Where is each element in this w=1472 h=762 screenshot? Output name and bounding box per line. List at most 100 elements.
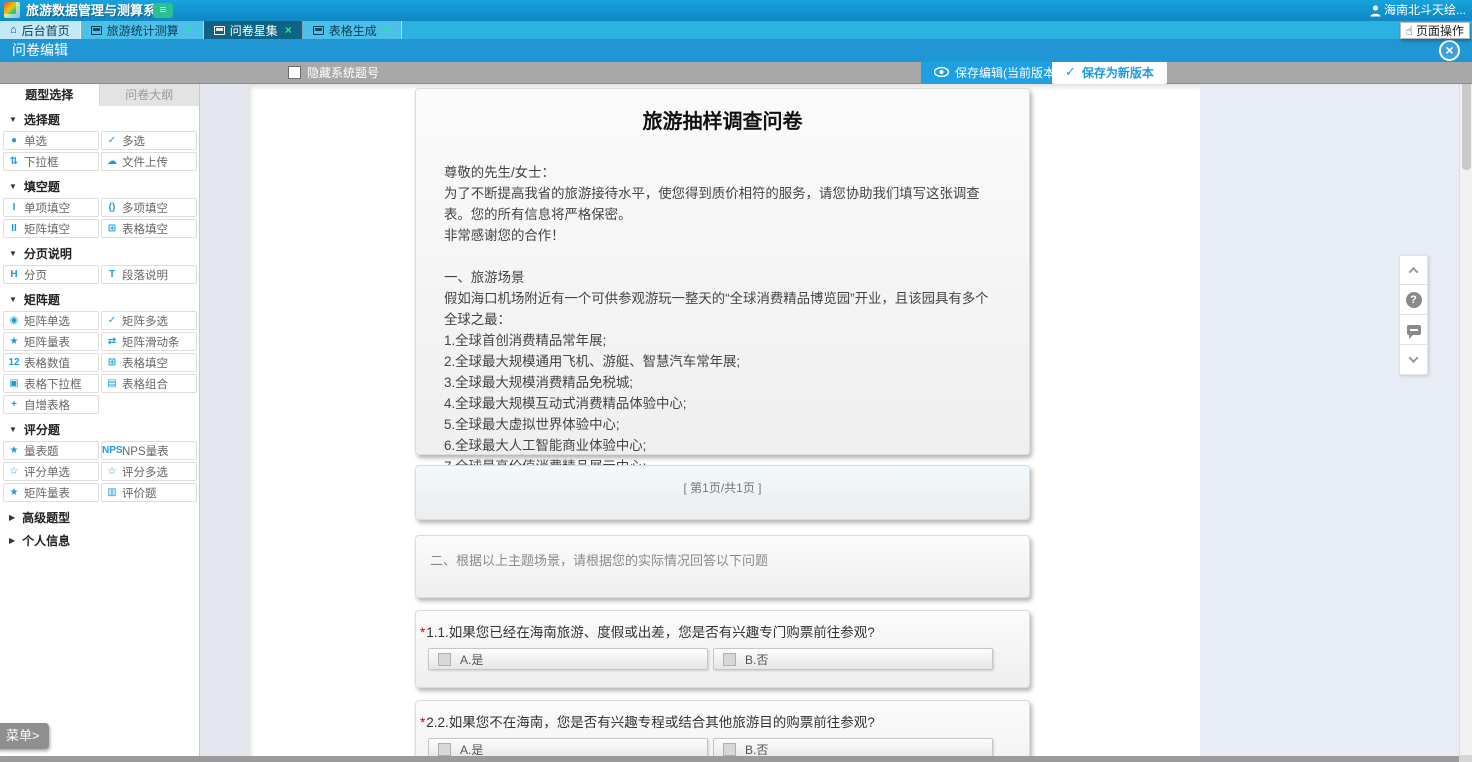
tab-backend-home[interactable]: ⌂ 后台首页	[0, 21, 81, 39]
page-title: 问卷编辑	[12, 39, 68, 62]
question-text: *2.2.如果您不在海南，您是否有兴趣专程或结合其他旅游目的购票前往参观?	[416, 711, 1029, 731]
option[interactable]: B.否	[713, 648, 993, 670]
question-type-item[interactable]: ●单选	[3, 131, 99, 150]
section-card[interactable]: 二、根据以上主题场景，请根据您的实际情况回答以下问题	[415, 535, 1030, 598]
scroll-bottom-button[interactable]	[1399, 345, 1428, 375]
question-type-item[interactable]: ()多项填空	[101, 198, 197, 217]
caret-icon: ▼	[9, 115, 17, 124]
close-icon[interactable]: ×	[384, 23, 391, 37]
caret-icon: ▼	[9, 295, 17, 304]
question-type-item[interactable]: NPSNPS量表	[101, 441, 197, 460]
question-type-item[interactable]: ⇅下拉框	[3, 152, 99, 171]
question-type-item[interactable]: ⊞表格填空	[101, 353, 197, 372]
feedback-button[interactable]	[1399, 315, 1428, 345]
question-type-item[interactable]: ▤表格组合	[101, 374, 197, 393]
tab-question-types[interactable]: 题型选择	[0, 84, 100, 106]
horizontal-scrollbar[interactable]	[0, 756, 1472, 762]
hide-system-number-label: 隐藏系统题号	[307, 62, 379, 84]
survey-intro-card[interactable]: 旅游抽样调查问卷 尊敬的先生/女士：为了不断提高我省的旅游接待水平，使您得到质价…	[415, 88, 1030, 455]
hamburger-menu-icon[interactable]: ≡	[153, 3, 173, 18]
question-type-item[interactable]: H分页	[3, 265, 99, 284]
caret-icon: ▶	[9, 513, 15, 522]
question-type-item[interactable]: ▣表格下拉框	[3, 374, 99, 393]
person-icon	[1370, 5, 1381, 17]
matrix-items: ◉矩阵单选✓矩阵多选★矩阵量表⇄矩阵滑动条12表格数值⊞表格填空▣表格下拉框▤表…	[0, 309, 199, 416]
save-current-version-button[interactable]: 保存编辑(当前版本)	[921, 60, 1072, 84]
question-type-item[interactable]: ★矩阵量表	[3, 332, 99, 351]
group-rating[interactable]: ▼ 评分题	[0, 419, 199, 439]
scroll-top-button[interactable]	[1399, 255, 1428, 285]
close-icon[interactable]: ×	[285, 23, 292, 37]
question-type-item[interactable]: ▥评价题	[101, 483, 197, 502]
tab-tourism-statistics[interactable]: 旅游统计测算 ×	[81, 21, 204, 39]
scrollbar-corner	[1459, 755, 1472, 762]
group-advanced[interactable]: ▶ 高级题型	[0, 507, 199, 527]
question-card-2[interactable]: *2.2.如果您不在海南，您是否有兴趣专程或结合其他旅游目的购票前往参观? A.…	[415, 700, 1030, 757]
question-type-icon: ▤	[102, 378, 122, 389]
window-tab-bar: ⌂ 后台首页 旅游统计测算 × 问卷星集 × 表格生成 ×	[0, 21, 1472, 39]
page-indicator-card[interactable]: [ 第1页/共1页 ]	[415, 465, 1030, 520]
tab-questionnaire[interactable]: 问卷星集 ×	[204, 21, 303, 39]
scrollbar-thumb[interactable]	[1462, 80, 1471, 170]
question-type-item[interactable]: ✓矩阵多选	[101, 311, 197, 330]
comment-icon	[1407, 325, 1421, 335]
close-editor-icon[interactable]: ×	[1439, 40, 1460, 61]
question-type-item[interactable]: ⊞表格填空	[101, 219, 197, 238]
group-fill-blank[interactable]: ▼ 填空题	[0, 176, 199, 196]
save-new-label: 保存为新版本	[1082, 64, 1154, 81]
question-type-item[interactable]: I单项填空	[3, 198, 99, 217]
question-type-icon: ☆	[102, 466, 122, 477]
question-type-item[interactable]: ⇄矩阵滑动条	[101, 332, 197, 351]
group-title: 评分题	[24, 421, 60, 438]
question-type-item[interactable]: T段落说明	[101, 265, 197, 284]
intro-line: 尊敬的先生/女士：	[444, 162, 1001, 183]
close-icon[interactable]: ×	[186, 23, 193, 37]
checkbox-icon[interactable]	[438, 653, 451, 666]
group-choice[interactable]: ▼ 选择题	[0, 109, 199, 129]
help-button[interactable]: ?	[1399, 285, 1428, 315]
question-type-item[interactable]: ★矩阵量表	[3, 483, 99, 502]
question-type-item[interactable]: II矩阵填空	[3, 219, 99, 238]
question-type-icon: I	[4, 202, 24, 213]
rating-items: ★量表题NPSNPS量表☆评分单选☆评分多选★矩阵量表▥评价题	[0, 439, 199, 504]
hide-system-number-checkbox[interactable]	[288, 66, 301, 79]
question-card-1[interactable]: *1.1.如果您已经在海南旅游、度假或出差，您是否有兴趣专门购票前往参观? A.…	[415, 610, 1030, 688]
option[interactable]: B.否	[713, 738, 993, 757]
question-type-item[interactable]: ☆评分单选	[3, 462, 99, 481]
checkbox-icon[interactable]	[723, 743, 736, 756]
option[interactable]: A.是	[428, 738, 708, 757]
monitor-icon	[313, 26, 324, 35]
user-account[interactable]: 海南北斗天绘...	[1370, 0, 1466, 21]
vertical-scrollbar[interactable]	[1459, 62, 1472, 756]
option[interactable]: A.是	[428, 648, 708, 670]
question-type-item[interactable]: ☆评分多选	[101, 462, 197, 481]
group-personal-info[interactable]: ▶ 个人信息	[0, 530, 199, 550]
document-icon	[91, 26, 102, 35]
question-text: *1.1.如果您已经在海南旅游、度假或出差，您是否有兴趣专门购票前往参观?	[416, 621, 1029, 641]
question-type-item[interactable]: 12表格数值	[3, 353, 99, 372]
survey-title: 旅游抽样调查问卷	[416, 105, 1029, 134]
intro-line: 3.全球最大规模消费精品免税城;	[444, 372, 1001, 393]
checkbox-icon[interactable]	[438, 743, 451, 756]
intro-line: 6.全球最大人工智能商业体验中心;	[444, 435, 1001, 456]
question-type-icon: ★	[4, 487, 24, 498]
checkbox-icon[interactable]	[723, 653, 736, 666]
intro-line: 5.全球最大虚拟世界体验中心;	[444, 414, 1001, 435]
question-type-item[interactable]: ◉矩阵单选	[3, 311, 99, 330]
page-action-button[interactable]: ☝ 页面操作	[1400, 22, 1470, 39]
question-type-item[interactable]: ★量表题	[3, 441, 99, 460]
user-name: 海南北斗天绘...	[1384, 0, 1466, 21]
save-new-version-button[interactable]: ✓ 保存为新版本	[1052, 60, 1167, 84]
tab-survey-outline[interactable]: 问卷大纲	[100, 84, 200, 106]
tab-table-generation[interactable]: 表格生成 ×	[303, 21, 402, 39]
group-title: 矩阵题	[24, 291, 60, 308]
question-type-item[interactable]: +自增表格	[3, 395, 99, 414]
group-paging[interactable]: ▼ 分页说明	[0, 243, 199, 263]
question-type-item[interactable]: ☁文件上传	[101, 152, 197, 171]
app-header: 旅游数据管理与测算系统 ≡ 海南北斗天绘...	[0, 0, 1472, 21]
sidebar-tabs: 题型选择 问卷大纲	[0, 84, 199, 106]
question-type-item[interactable]: ✓多选	[101, 131, 197, 150]
group-matrix[interactable]: ▼ 矩阵题	[0, 289, 199, 309]
menu-flyout-button[interactable]: 菜单>	[0, 723, 49, 749]
question-type-icon: +	[4, 399, 24, 410]
